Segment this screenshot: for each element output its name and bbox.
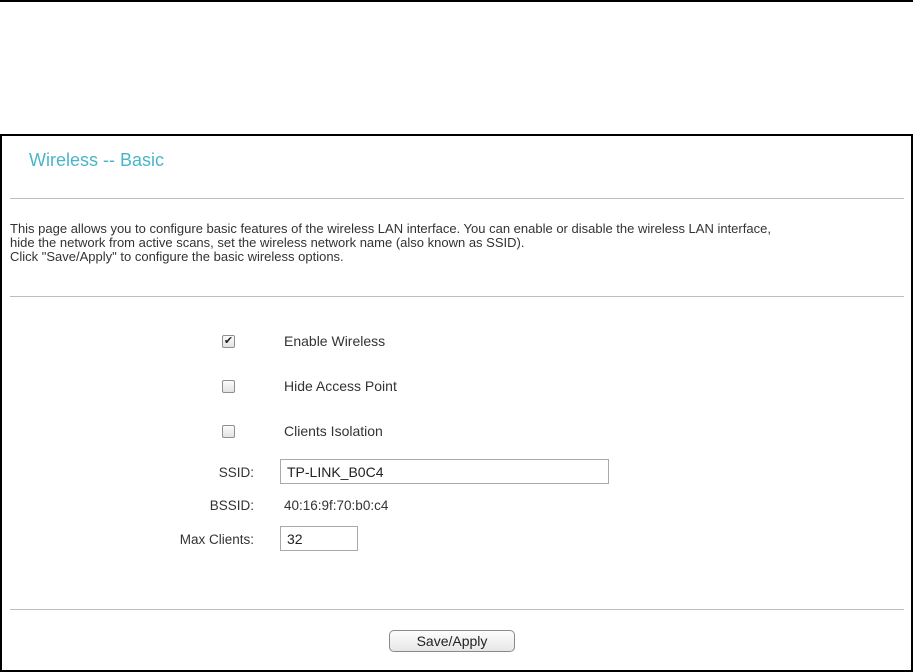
description-line: This page allows you to configure basic …: [10, 221, 771, 236]
page-description: This page allows you to configure basic …: [10, 222, 910, 264]
wireless-basic-panel: Wireless -- Basic This page allows you t…: [0, 134, 913, 672]
clients-isolation-checkbox[interactable]: ✔: [222, 425, 235, 438]
enable-wireless-checkbox[interactable]: ✔: [222, 334, 235, 348]
bssid-value: 40:16:9f:70:b0:c4: [284, 498, 389, 513]
description-line: Click "Save/Apply" to configure the basi…: [10, 249, 344, 264]
enable-wireless-label: Enable Wireless: [284, 333, 386, 349]
save-apply-button[interactable]: Save/Apply: [389, 630, 515, 652]
bssid-label: BSSID:: [209, 498, 254, 513]
max-clients-input[interactable]: [280, 526, 358, 551]
ssid-input[interactable]: [280, 459, 609, 484]
max-clients-label: Max Clients:: [179, 532, 254, 547]
divider: [10, 296, 904, 297]
page-title: Wireless -- Basic: [29, 150, 165, 170]
top-border: [0, 0, 913, 2]
divider: [10, 609, 904, 610]
ssid-label: SSID:: [218, 465, 254, 480]
description-line: hide the network from active scans, set …: [10, 235, 525, 250]
divider: [10, 198, 904, 199]
hide-access-point-checkbox[interactable]: ✔: [222, 380, 235, 393]
clients-isolation-label: Clients Isolation: [284, 423, 383, 439]
hide-access-point-label: Hide Access Point: [284, 378, 397, 394]
check-icon: ✔: [223, 334, 234, 347]
